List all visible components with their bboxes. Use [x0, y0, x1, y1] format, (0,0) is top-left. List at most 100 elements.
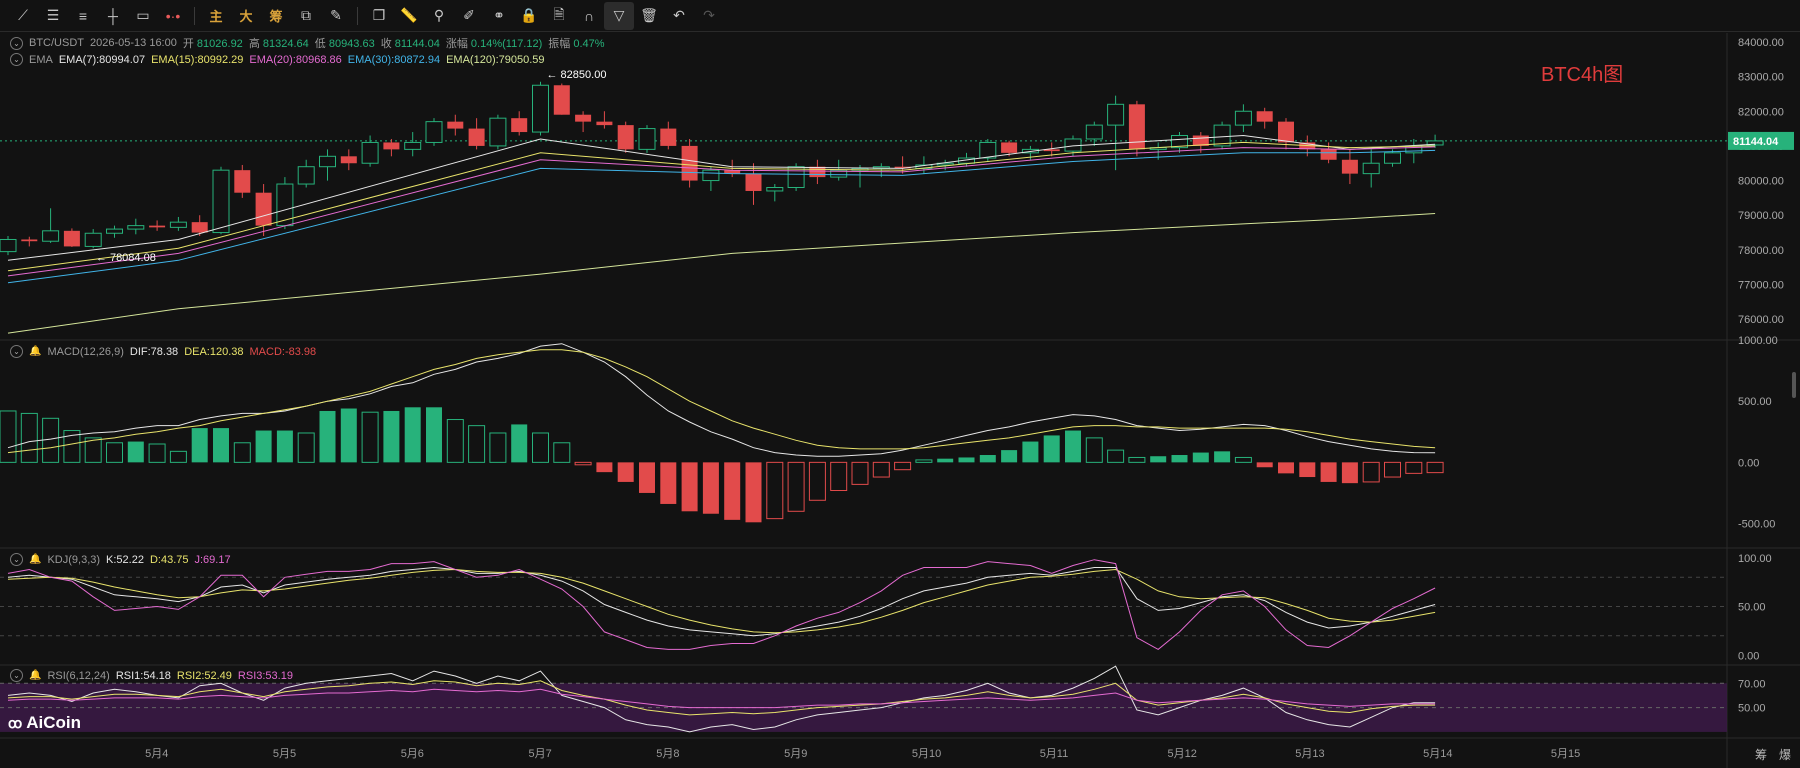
rectangle-tool-icon[interactable]: ▭	[128, 2, 158, 30]
candle-body	[63, 230, 80, 247]
logo-text: AiCoin	[26, 713, 82, 732]
candle-body	[0, 238, 17, 253]
change-value: 0.14%(117.12)	[470, 38, 543, 50]
trend-line-tool-icon[interactable]: ⟋	[8, 2, 38, 30]
candle-body	[106, 228, 123, 234]
candle-body	[1278, 121, 1294, 143]
macd-bar	[169, 450, 187, 463]
rsi-tick-label: 70.00	[1738, 678, 1766, 690]
ema20-value: EMA(20):80968.86	[249, 53, 342, 66]
price-tick-label: 79000.00	[1738, 210, 1784, 222]
magnet-icon[interactable]: ∩	[574, 2, 604, 30]
macd-bar	[297, 432, 315, 463]
ema20-line	[7, 146, 1436, 277]
candle-body	[681, 145, 698, 181]
undo-icon[interactable]: ↶	[664, 2, 694, 30]
ema15-value: EMA(15):80992.29	[151, 53, 244, 66]
macd-bar	[979, 455, 996, 463]
macd-bar	[1320, 462, 1337, 482]
alert-bell-icon[interactable]: 🔔	[29, 554, 41, 565]
collapse-icon[interactable]: ⌄	[10, 553, 23, 566]
candle-body	[1021, 148, 1039, 154]
rsi2-line	[7, 680, 1436, 716]
candle-body	[1320, 149, 1337, 160]
horizontal-ray-tool-icon[interactable]: ┼	[98, 2, 128, 30]
kdj-j-line	[7, 559, 1436, 651]
ema30-line	[7, 149, 1436, 284]
macd-bar	[766, 461, 784, 520]
macd-bar	[660, 462, 677, 504]
lock-icon[interactable]: 🔒	[514, 2, 544, 30]
pencil-icon[interactable]: ✐	[454, 2, 484, 30]
close-value: 81144.04	[394, 38, 440, 50]
ruler-icon[interactable]: 📏	[394, 2, 424, 30]
candle-body	[1001, 142, 1018, 153]
large-orders-button[interactable]: 大	[231, 2, 261, 30]
macd-bar	[1107, 449, 1125, 463]
redo-icon[interactable]: ↷	[694, 2, 724, 30]
candle-body	[383, 142, 400, 150]
brush-icon[interactable]: ✎	[321, 2, 351, 30]
liquidation-toggle-button[interactable]: 爆	[1779, 746, 1791, 763]
aicoin-logo: ꝏ AiCoin	[8, 713, 81, 733]
main-chart-button[interactable]: 主	[201, 2, 231, 30]
date-tick-label: 5月9	[784, 748, 807, 760]
parallel-channel-tool-icon[interactable]: ≡	[68, 2, 98, 30]
candle-body	[1213, 124, 1231, 147]
macd-bar	[808, 461, 826, 501]
candle-body	[894, 166, 911, 169]
candle-body	[1085, 124, 1103, 140]
horizontal-lines-tool-icon[interactable]: ☰	[38, 2, 68, 30]
chips-button[interactable]: 筹	[261, 2, 291, 30]
alert-bell-icon[interactable]: 🔔	[29, 346, 41, 357]
collapse-icon[interactable]: ⌄	[10, 53, 23, 66]
candle-body	[1426, 140, 1444, 146]
ema30-value: EMA(30):80872.94	[347, 53, 441, 66]
date-tick-label: 5月5	[273, 748, 296, 760]
macd-bar	[489, 432, 507, 463]
candle-body	[1192, 135, 1209, 146]
collapse-icon[interactable]: ⌄	[10, 345, 23, 358]
filter-icon[interactable]: ▽	[604, 1, 634, 30]
copy-icon[interactable]: ❐	[364, 2, 394, 30]
rsi3-line	[7, 688, 1436, 709]
date-tick-label: 5月13	[1295, 748, 1324, 760]
macd-bar	[617, 462, 634, 482]
binoculars-icon[interactable]: ⚭	[484, 2, 514, 30]
macd-bar	[1384, 461, 1401, 478]
chart-canvas[interactable]: 84000.00 83000.00 82000.00 81000.00 80000.00…	[0, 0, 1800, 768]
chips-toggle-button[interactable]: 筹	[1755, 746, 1767, 763]
candle-body	[638, 128, 656, 150]
candle-body	[745, 173, 762, 191]
candle-body	[21, 239, 38, 242]
macd-bar	[106, 442, 123, 463]
open-value: 81026.92	[196, 38, 243, 50]
amplitude-value: 0.47%	[573, 38, 605, 50]
candle-body	[958, 157, 975, 164]
trash-icon[interactable]: 🗑	[634, 2, 664, 30]
candle-body	[255, 192, 272, 226]
macd-bar	[724, 462, 741, 520]
collapse-icon[interactable]: ⌄	[10, 669, 23, 682]
candle-body	[169, 221, 187, 228]
note-icon[interactable]: 🗎	[544, 2, 574, 30]
price-tick-label: 81000.00	[1738, 141, 1784, 153]
collapse-icon[interactable]: ⌄	[10, 36, 23, 50]
low-label: 低	[314, 38, 326, 50]
macd-bar	[787, 461, 805, 512]
zoom-icon[interactable]: ⚲	[424, 2, 454, 30]
kdj-legend: ⌄ 🔔 KDJ(9,3,3) K:52.22 D:43.75 J:69.17	[10, 553, 231, 566]
alert-bell-icon[interactable]: 🔔	[29, 670, 41, 681]
rsi-tick-label: 50.00	[1738, 703, 1766, 715]
candle-body	[809, 166, 826, 178]
macd-bar	[1214, 451, 1231, 463]
candle-body	[489, 117, 507, 147]
macd-bar	[894, 461, 912, 471]
toolbar-divider	[194, 6, 195, 25]
rsi3-value: RSI3:53.19	[237, 669, 293, 682]
k-value: K:52.22	[106, 553, 144, 566]
dots-more-tool-icon[interactable]: •·•	[158, 2, 188, 30]
screenshot-icon[interactable]: ⧉	[291, 2, 321, 30]
candle-body	[468, 128, 485, 146]
date-tick-label: 5月10	[912, 748, 941, 760]
